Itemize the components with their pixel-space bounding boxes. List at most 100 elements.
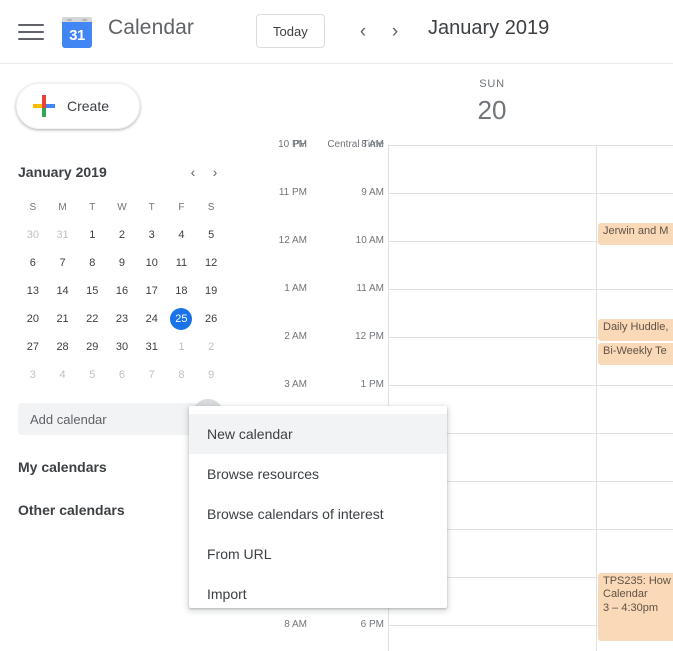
mini-calendar-day[interactable]: 4 (167, 221, 197, 249)
google-calendar-logo-icon[interactable]: 31 (60, 17, 94, 49)
hour-gridline (388, 193, 673, 194)
hour-label-central: 9 AM (361, 187, 384, 198)
mini-calendar: January 2019 ‹ › SMTWTFS 30 31 1 2 3 4 5 6 7 8 9 10… (18, 159, 226, 389)
mini-calendar-day[interactable]: 14 (48, 277, 78, 305)
hour-label-central: 6 PM (360, 619, 384, 630)
mini-calendar-day[interactable]: 10 (137, 249, 167, 277)
add-calendar-menu-items: New calendar Browse resources Browse calen… (189, 414, 447, 614)
hour-label-ph: 8 AM (284, 619, 307, 630)
mini-calendar-day[interactable]: 9 (107, 249, 137, 277)
mini-calendar-day[interactable]: 22 (77, 305, 107, 333)
mini-calendar-day[interactable]: 12 (196, 249, 226, 277)
mini-calendar-weekday: S (207, 201, 215, 213)
hour-label-central: 1 PM (360, 379, 384, 390)
mini-calendar-day[interactable]: 27 (18, 333, 48, 361)
hour-label-ph: 11 PM (278, 187, 307, 198)
today-button[interactable]: Today (256, 14, 325, 48)
hour-row[interactable]: 12 AM 10 AM (260, 235, 673, 289)
event-subtitle: Calendar (603, 588, 648, 600)
mini-calendar-weekday: S (29, 201, 37, 213)
mini-calendar-day[interactable]: 16 (107, 277, 137, 305)
mini-calendar-day[interactable]: 11 (167, 249, 197, 277)
mini-calendar-day[interactable]: 1 (77, 221, 107, 249)
current-date-title: January 2019 (428, 17, 550, 39)
menu-item[interactable]: New calendar (189, 414, 447, 454)
previous-period-icon[interactable]: ‹ (348, 16, 378, 46)
mini-calendar-day[interactable]: 30 (107, 333, 137, 361)
mini-calendar-day[interactable]: 8 (167, 361, 197, 389)
mini-calendar-weekday: T (148, 201, 155, 213)
menu-item[interactable]: From URL (189, 534, 447, 574)
calendar-event[interactable]: Daily Huddle, (598, 319, 673, 341)
mini-calendar-day[interactable]: 5 (196, 221, 226, 249)
hour-row[interactable]: 10 PM 8 AM (260, 139, 673, 193)
hour-gridline (388, 385, 673, 386)
mini-calendar-day[interactable]: 7 (48, 249, 78, 277)
mini-calendar-weekday: W (117, 201, 127, 213)
logo-day-number: 31 (62, 22, 92, 48)
hour-gridline (388, 289, 673, 290)
hour-label-ph: 2 AM (284, 331, 307, 342)
mini-calendar-day[interactable]: 26 (196, 305, 226, 333)
mini-calendar-day[interactable]: 30 (18, 221, 48, 249)
menu-item[interactable]: Browse calendars of interest (189, 494, 447, 534)
mini-calendar-day[interactable]: 24 (137, 305, 167, 333)
menu-item[interactable]: Import (189, 574, 447, 614)
day-weekday-label: SUN (479, 78, 505, 90)
mini-calendar-day[interactable]: 6 (18, 249, 48, 277)
add-calendar-input[interactable]: Add calendar (18, 403, 208, 435)
mini-calendar-day[interactable]: 2 (107, 221, 137, 249)
mini-calendar-day[interactable]: 19 (196, 277, 226, 305)
event-title: TPS235: How (603, 575, 671, 587)
mini-calendar-day[interactable]: 3 (137, 221, 167, 249)
calendar-event[interactable]: Bi-Weekly Te (598, 343, 673, 365)
mini-calendar-selected-day[interactable]: 25 (167, 305, 197, 333)
event-time: 3 – 4:30pm (603, 602, 659, 614)
event-title: Jerwin and M (603, 225, 669, 237)
mini-calendar-weekday: M (58, 201, 67, 213)
mini-calendar-day[interactable]: 21 (48, 305, 78, 333)
calendar-event[interactable]: Jerwin and M (598, 223, 673, 245)
mini-calendar-day-label: 25 (170, 308, 193, 330)
calendar-app: 31 Calendar Today ‹ › January 2019 Creat… (0, 0, 673, 651)
hour-label-central: 12 PM (355, 331, 384, 342)
mini-calendar-weekday-row: SMTWTFS (18, 193, 226, 221)
mini-calendar-day[interactable]: 17 (137, 277, 167, 305)
event-title: Bi-Weekly Te (603, 345, 667, 357)
mini-calendar-weekday: F (178, 201, 185, 213)
mini-calendar-prev-icon[interactable]: ‹ (182, 161, 204, 183)
hour-gridline (388, 145, 673, 146)
mini-calendar-day[interactable]: 13 (18, 277, 48, 305)
mini-calendar-day[interactable]: 2 (196, 333, 226, 361)
other-calendars-section-header[interactable]: Other calendars (18, 502, 125, 518)
create-button[interactable]: Create (16, 83, 140, 129)
mini-calendar-next-icon[interactable]: › (204, 161, 226, 183)
mini-calendar-day[interactable]: 31 (48, 221, 78, 249)
day-column-header[interactable]: SUN 20 (388, 78, 596, 126)
mini-calendar-title: January 2019 (18, 164, 107, 180)
mini-calendar-header: January 2019 ‹ › (18, 159, 226, 185)
my-calendars-section-header[interactable]: My calendars (18, 459, 107, 475)
next-period-icon[interactable]: › (380, 16, 410, 46)
mini-calendar-day[interactable]: 7 (137, 361, 167, 389)
mini-calendar-day[interactable]: 3 (18, 361, 48, 389)
hour-label-ph: 10 PM (278, 139, 307, 150)
mini-calendar-day[interactable]: 15 (77, 277, 107, 305)
mini-calendar-day[interactable]: 5 (77, 361, 107, 389)
mini-calendar-day[interactable]: 23 (107, 305, 137, 333)
mini-calendar-day[interactable]: 1 (167, 333, 197, 361)
mini-calendar-day[interactable]: 8 (77, 249, 107, 277)
mini-calendar-day[interactable]: 20 (18, 305, 48, 333)
mini-calendar-day[interactable]: 31 (137, 333, 167, 361)
menu-item[interactable]: Browse resources (189, 454, 447, 494)
mini-calendar-day[interactable]: 9 (196, 361, 226, 389)
hour-label-ph: 1 AM (284, 283, 307, 294)
event-title: Daily Huddle, (603, 321, 669, 333)
mini-calendar-day[interactable]: 29 (77, 333, 107, 361)
mini-calendar-day[interactable]: 18 (167, 277, 197, 305)
hamburger-icon[interactable] (18, 20, 44, 44)
mini-calendar-day[interactable]: 4 (48, 361, 78, 389)
mini-calendar-day[interactable]: 6 (107, 361, 137, 389)
calendar-event[interactable]: TPS235: How Calendar 3 – 4:30pm (598, 573, 673, 641)
mini-calendar-day[interactable]: 28 (48, 333, 78, 361)
